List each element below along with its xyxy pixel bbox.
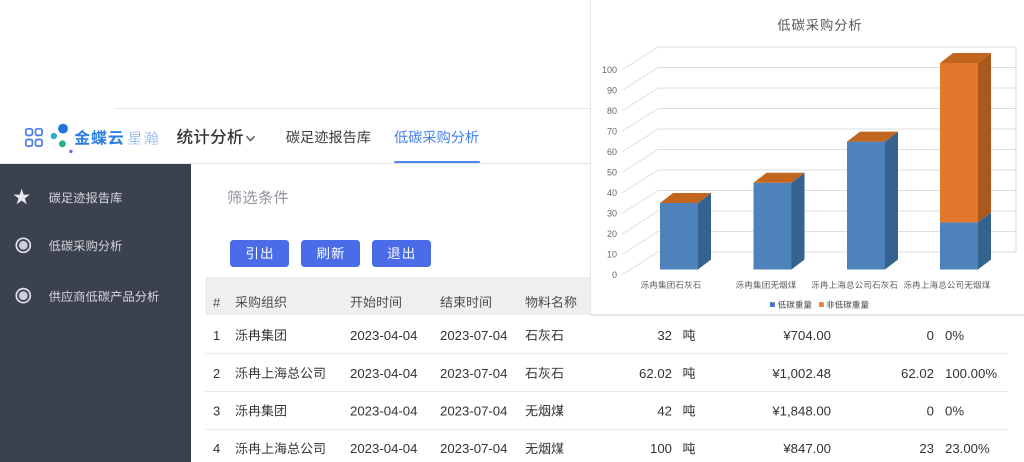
svg-text:0: 0 (612, 270, 617, 280)
svg-text:2023-04-04: 2023-04-04 (350, 403, 417, 418)
svg-text:2023-07-04: 2023-07-04 (440, 403, 507, 418)
svg-text:0: 0 (927, 403, 934, 418)
svg-text:23.00%: 23.00% (945, 441, 990, 456)
svg-text:1: 1 (213, 328, 220, 343)
svg-text:0: 0 (927, 328, 934, 343)
svg-text:¥847.00: ¥847.00 (782, 441, 831, 456)
svg-text:2023-07-04: 2023-07-04 (440, 328, 507, 343)
svg-text:2023-04-04: 2023-04-04 (350, 441, 417, 456)
svg-text:100.00%: 100.00% (945, 366, 997, 381)
svg-text:10: 10 (607, 250, 617, 260)
svg-text:70: 70 (607, 127, 617, 137)
svg-text:0%: 0% (945, 328, 964, 343)
svg-text:62.02: 62.02 (901, 366, 934, 381)
svg-text:¥1,002.48: ¥1,002.48 (771, 366, 831, 381)
svg-text:2023-04-04: 2023-04-04 (350, 366, 417, 381)
svg-text:20: 20 (607, 229, 617, 239)
svg-text:40: 40 (607, 188, 617, 198)
svg-text:3: 3 (213, 403, 220, 418)
svg-text:¥704.00: ¥704.00 (782, 328, 831, 343)
svg-text:100: 100 (650, 441, 672, 456)
svg-text:0%: 0% (945, 403, 964, 418)
svg-text:2: 2 (213, 366, 220, 381)
svg-text:¥1,848.00: ¥1,848.00 (771, 403, 831, 418)
svg-text:30: 30 (607, 209, 617, 219)
svg-text:42: 42 (657, 403, 672, 418)
svg-text:2023-04-04: 2023-04-04 (350, 328, 417, 343)
svg-text:100: 100 (602, 65, 617, 75)
svg-text:2023-07-04: 2023-07-04 (440, 366, 507, 381)
svg-text:90: 90 (607, 86, 617, 96)
svg-text:80: 80 (607, 106, 617, 116)
svg-text:2023-07-04: 2023-07-04 (440, 441, 507, 456)
svg-text:23: 23 (919, 441, 934, 456)
svg-text:4: 4 (213, 441, 220, 456)
svg-text:#: # (213, 295, 221, 310)
svg-text:32: 32 (657, 328, 672, 343)
svg-text:60: 60 (607, 147, 617, 157)
svg-text:62.02: 62.02 (639, 366, 672, 381)
svg-text:50: 50 (607, 168, 617, 178)
